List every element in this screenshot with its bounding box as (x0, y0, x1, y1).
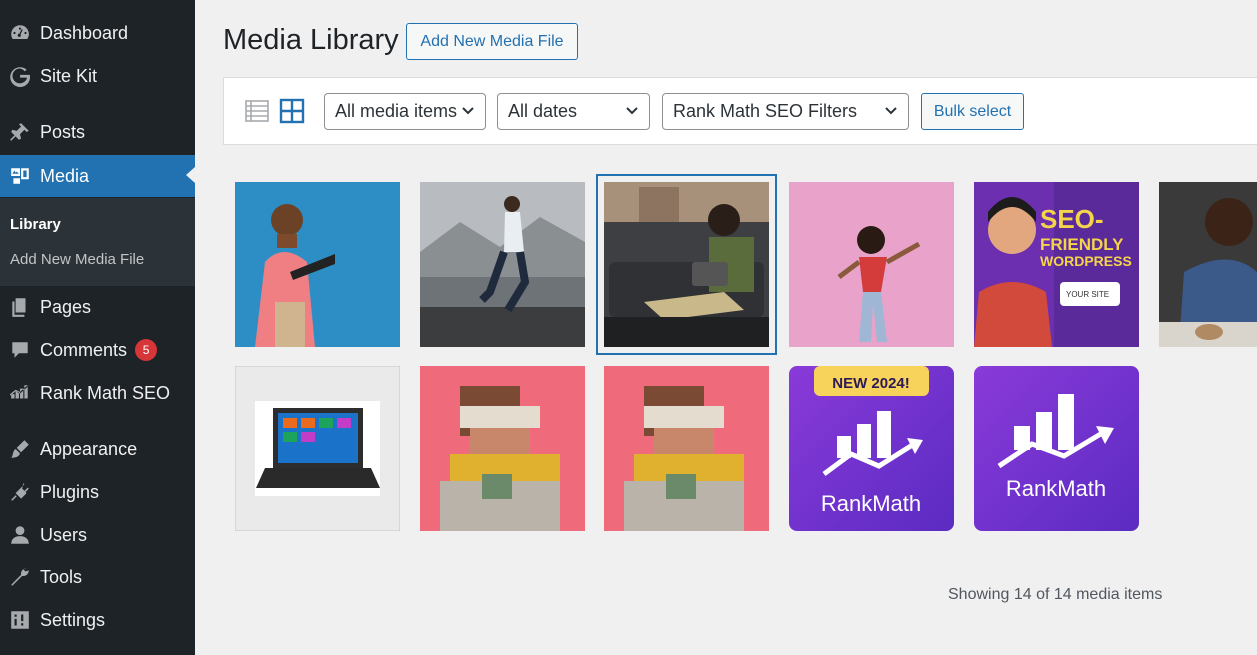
menu-label: Media (40, 165, 90, 186)
user-icon (0, 524, 40, 546)
seo-filter-value: Rank Math SEO Filters (673, 101, 858, 121)
page-title: Media Library (223, 24, 399, 56)
media-thumbnail[interactable] (789, 182, 954, 347)
menu-label: Rank Math SEO (40, 382, 171, 403)
submenu-library[interactable]: Library (10, 216, 61, 233)
media-thumbnail[interactable] (420, 182, 585, 347)
add-new-media-button[interactable]: Add New Media File (406, 23, 578, 60)
list-view-icon[interactable] (244, 98, 270, 124)
pages-icon (0, 296, 40, 318)
media-thumbnail[interactable] (235, 366, 400, 531)
media-thumbnail-selected[interactable] (596, 174, 777, 355)
media-icon (0, 165, 40, 187)
svg-text:SEO-: SEO- (1040, 204, 1104, 234)
wrench-icon (0, 566, 40, 588)
settings-icon (0, 609, 40, 631)
plugin-icon (0, 481, 40, 503)
svg-text:YOUR SITE: YOUR SITE (1066, 290, 1109, 299)
menu-label: Settings (40, 609, 106, 630)
media-type-filter-value: All media items (335, 101, 458, 121)
menu-label: Dashboard (40, 22, 129, 43)
menu-item-users[interactable]: Users (0, 515, 195, 555)
menu-label: Appearance (40, 438, 138, 459)
media-thumbnail[interactable]: NEW 2024! RankMath (789, 366, 954, 531)
brush-icon (0, 438, 40, 460)
google-g-icon (0, 65, 40, 87)
dashboard-icon (0, 22, 40, 44)
chevron-down-icon (626, 107, 638, 115)
menu-item-appearance[interactable]: Appearance (0, 429, 195, 469)
menu-label: Site Kit (40, 65, 98, 86)
menu-label: Pages (40, 296, 92, 317)
menu-label: Comments (40, 339, 128, 360)
media-thumbnail[interactable] (420, 366, 585, 531)
grid-view-icon[interactable] (279, 98, 305, 124)
menu-item-comments[interactable]: Comments 5 (0, 330, 195, 370)
menu-label: Plugins (40, 481, 100, 502)
seo-filter[interactable]: Rank Math SEO Filters (662, 93, 909, 130)
chevron-down-icon (462, 107, 474, 115)
svg-text:NEW 2024!: NEW 2024! (832, 375, 910, 392)
svg-text:RankMath: RankMath (1006, 476, 1106, 501)
media-type-filter[interactable]: All media items (324, 93, 486, 130)
chevron-down-icon (885, 107, 897, 115)
media-submenu: Library Add New Media File (0, 198, 195, 286)
menu-item-tools[interactable]: Tools (0, 557, 195, 597)
menu-item-site-kit[interactable]: Site Kit (0, 56, 195, 96)
menu-item-plugins[interactable]: Plugins (0, 472, 195, 512)
media-thumbnail[interactable] (604, 366, 769, 531)
comment-icon (0, 339, 40, 361)
media-thumbnail[interactable]: RankMath (974, 366, 1139, 531)
media-thumbnail[interactable]: SEO- FRIENDLY WORDPRESS YOUR SITE (974, 182, 1139, 347)
admin-sidebar: Dashboard Site Kit Posts Media Library A… (0, 0, 195, 655)
bulk-select-button[interactable]: Bulk select (921, 93, 1024, 130)
menu-item-dashboard[interactable]: Dashboard (0, 13, 195, 53)
media-count-text: Showing 14 of 14 media items (948, 586, 1163, 603)
menu-item-rank-math[interactable]: Rank Math SEO (0, 373, 195, 413)
menu-label: Tools (40, 566, 83, 587)
menu-item-posts[interactable]: Posts (0, 112, 195, 152)
menu-label: Posts (40, 121, 86, 142)
date-filter[interactable]: All dates (497, 93, 650, 130)
menu-item-settings[interactable]: Settings (0, 600, 195, 640)
media-toolbar: All media items All dates Rank Math SEO … (223, 77, 1257, 145)
menu-item-media[interactable]: Media (0, 155, 195, 197)
pin-icon (0, 121, 40, 143)
media-thumbnail[interactable] (1159, 182, 1257, 347)
menu-item-pages[interactable]: Pages (0, 287, 195, 327)
rank-math-icon (0, 382, 40, 404)
svg-text:FRIENDLY: FRIENDLY (1040, 235, 1124, 254)
comments-count-badge: 5 (135, 339, 158, 361)
menu-label: Users (40, 524, 88, 545)
date-filter-value: All dates (508, 101, 578, 121)
svg-text:RankMath: RankMath (821, 491, 921, 516)
submenu-add-new-media[interactable]: Add New Media File (10, 251, 144, 268)
media-thumbnail[interactable] (235, 182, 400, 347)
svg-text:WORDPRESS: WORDPRESS (1040, 253, 1132, 269)
